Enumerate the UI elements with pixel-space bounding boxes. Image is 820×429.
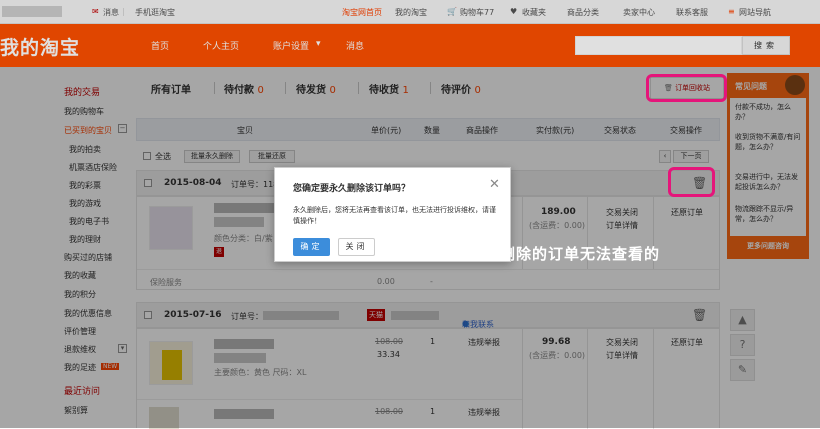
- confirm-button[interactable]: 确定: [293, 238, 330, 256]
- modal-backdrop: [0, 0, 820, 67]
- highlight-recycle-bin: [646, 74, 727, 102]
- dialog-title: 您确定要永久删除该订单吗？: [293, 184, 411, 194]
- close-button[interactable]: 关闭: [338, 238, 375, 256]
- annotation-text: 在订单回收站删除的订单无法查看的: [404, 245, 661, 263]
- highlight-delete-icon: [668, 167, 715, 197]
- dialog-message: 永久删除后，您将无法再查看该订单，也无法进行投诉维权，请谨慎操作！: [293, 206, 496, 225]
- close-icon[interactable]: ✕: [489, 177, 500, 192]
